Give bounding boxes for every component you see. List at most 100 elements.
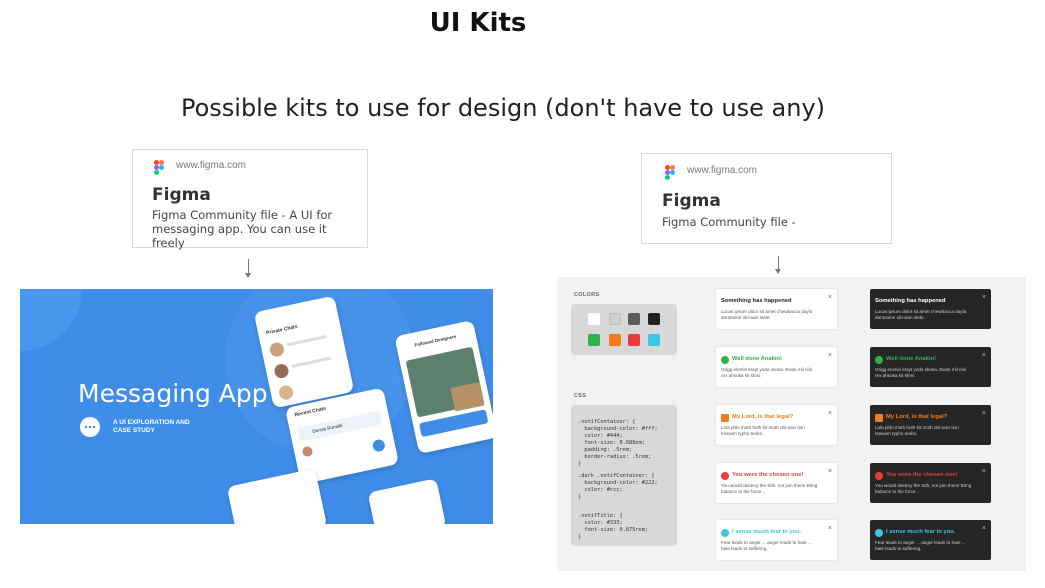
- color-swatch: [609, 334, 621, 346]
- notification-light-error: You were the chosen one! You would destr…: [716, 463, 837, 503]
- notification-dark-error: You were the chosen one! You would destr…: [870, 463, 991, 503]
- card-title: Figma: [662, 191, 721, 211]
- info-circle-icon: [875, 529, 883, 537]
- notification-body: Fear leads to anger ... anger leads to h…: [875, 540, 966, 551]
- figma-logo-icon: [665, 165, 675, 180]
- check-circle-icon: [721, 356, 729, 364]
- link-card-figma-notifications[interactable]: www.figma.com Figma Figma Community file…: [641, 153, 892, 244]
- preview-title: Messaging App: [78, 379, 268, 408]
- text-line: [291, 356, 332, 368]
- page-title: UI Kits: [429, 8, 527, 38]
- colors-label: COLORS: [574, 292, 600, 298]
- close-icon[interactable]: ×: [828, 410, 832, 417]
- figma-logo-icon: [154, 160, 164, 175]
- close-icon[interactable]: ×: [828, 294, 832, 301]
- code-line: }: [578, 534, 582, 540]
- card-description: Figma Community file - A UI for messagin…: [152, 208, 333, 250]
- card-url: www.figma.com: [687, 165, 758, 176]
- code-line: border-radius: .5rem;: [578, 454, 652, 460]
- card-url: www.figma.com: [176, 160, 247, 171]
- arrow-down-icon: [775, 269, 781, 274]
- notification-dark-success: Well done Anakin! Grigg elomin krayt yod…: [870, 347, 991, 387]
- notification-title: You were the chosen one!: [886, 472, 958, 478]
- card-title: Figma: [152, 185, 211, 205]
- card-description: Figma Community file -: [662, 215, 796, 229]
- close-icon[interactable]: ×: [982, 294, 986, 301]
- close-icon[interactable]: ×: [982, 410, 986, 417]
- page-subtitle: Possible kits to use for design (don't h…: [180, 94, 826, 122]
- warning-icon: [721, 414, 729, 422]
- code-line: background-color: #fff;: [578, 426, 658, 432]
- notification-kit-preview[interactable]: COLORS CSS .notifContainer: { background…: [557, 277, 1026, 571]
- close-icon[interactable]: ×: [828, 525, 832, 532]
- screen-header: Recent Chats: [294, 405, 327, 419]
- notification-body: Lucas ipsum dolor sit amet chewbacca day…: [875, 309, 967, 320]
- notification-title: Well done Anakin!: [886, 356, 936, 362]
- notification-title: My Lord, is that legal?: [732, 414, 794, 420]
- css-code-block: .notifContainer: { background-color: #ff…: [571, 405, 677, 546]
- link-card-figma-messaging[interactable]: www.figma.com Figma Figma Community file…: [132, 149, 368, 250]
- compose-button: [371, 438, 386, 453]
- notification-dark-info: I sense much fear in you. Fear leads to …: [870, 520, 991, 560]
- notification-title: Something has happened: [721, 298, 792, 304]
- avatar: [301, 445, 314, 458]
- code-line: .dark .notifContainer: {: [578, 473, 655, 479]
- notification-body: You would destroy the Sith, not join the…: [875, 483, 972, 494]
- code-line: }: [578, 494, 582, 500]
- code-line: }: [578, 461, 582, 467]
- notification-body: Fear leads to anger ... anger leads to h…: [721, 540, 812, 551]
- notification-light-warning: My Lord, is that legal? Lola phlo moth h…: [716, 405, 837, 445]
- notification-body: Lucas ipsum dolor sit amet chewbacca day…: [721, 309, 813, 320]
- color-swatch: [588, 313, 600, 325]
- notification-body: Grigg elomin krayt yoda skosa. Ewok mil …: [875, 367, 967, 378]
- connector-line: [248, 259, 249, 273]
- code-line: font-size: 0.875rem;: [578, 527, 649, 533]
- avatar: [273, 362, 290, 380]
- check-circle-icon: [875, 356, 883, 364]
- notification-light-success: Well done Anakin! Grigg elomin krayt yod…: [716, 347, 837, 387]
- chat-bubble-icon: [80, 417, 100, 437]
- notification-dark-warning: My Lord, is that legal? Lola phlo moth h…: [870, 405, 991, 445]
- connector-line: [778, 256, 779, 269]
- close-icon[interactable]: ×: [982, 525, 986, 532]
- avatar: [277, 384, 295, 401]
- error-circle-icon: [721, 472, 729, 480]
- notification-title: Something has happened: [875, 298, 946, 304]
- info-circle-icon: [721, 529, 729, 537]
- code-line: color: #ccc;: [578, 487, 623, 493]
- close-icon[interactable]: ×: [982, 352, 986, 359]
- color-swatch: [648, 313, 660, 325]
- notification-title: I sense much fear in you.: [732, 529, 802, 535]
- color-swatch: [609, 313, 621, 325]
- messaging-app-preview[interactable]: Messaging App A UI EXPLORATION AND CASE …: [20, 289, 493, 524]
- error-circle-icon: [875, 472, 883, 480]
- code-line: background-color: #222;: [578, 480, 658, 486]
- text-line: [286, 335, 327, 347]
- notification-body: Grigg elomin krayt yoda skosa. Ewok mil …: [721, 367, 813, 378]
- notification-title: You were the chosen one!: [732, 472, 804, 478]
- warning-icon: [875, 414, 883, 422]
- notification-light-info: I sense much fear in you. Fear leads to …: [716, 520, 837, 560]
- avatar: [268, 341, 286, 358]
- close-icon[interactable]: ×: [828, 468, 832, 475]
- code-line: padding: .5rem;: [578, 447, 633, 453]
- color-swatches: [571, 304, 677, 355]
- close-icon[interactable]: ×: [828, 352, 832, 359]
- css-label: CSS: [574, 393, 587, 399]
- screen-header: Private Chats: [265, 323, 299, 337]
- color-swatch: [648, 334, 660, 346]
- photo: [450, 381, 485, 412]
- color-swatch: [628, 334, 640, 346]
- close-icon[interactable]: ×: [982, 468, 986, 475]
- notification-body: Lola phlo moth hoth kit moth obi-wan tio…: [875, 425, 959, 436]
- notification-light-default: Something has happened Lucas ipsum dolor…: [716, 289, 837, 329]
- preview-subtitle: A UI EXPLORATION AND CASE STUDY: [113, 419, 190, 434]
- notification-body: You would destroy the Sith, not join the…: [721, 483, 818, 494]
- notification-title: Well done Anakin!: [732, 356, 782, 362]
- code-line: font-size: 0.688em;: [578, 440, 645, 446]
- notification-body: Lola phlo moth hoth kit moth obi-wan tio…: [721, 425, 805, 436]
- color-swatch: [628, 313, 640, 325]
- screen-header: Followed Designers: [414, 333, 457, 348]
- code-line: .notifContainer: {: [578, 419, 636, 425]
- notification-title: My Lord, is that legal?: [886, 414, 948, 420]
